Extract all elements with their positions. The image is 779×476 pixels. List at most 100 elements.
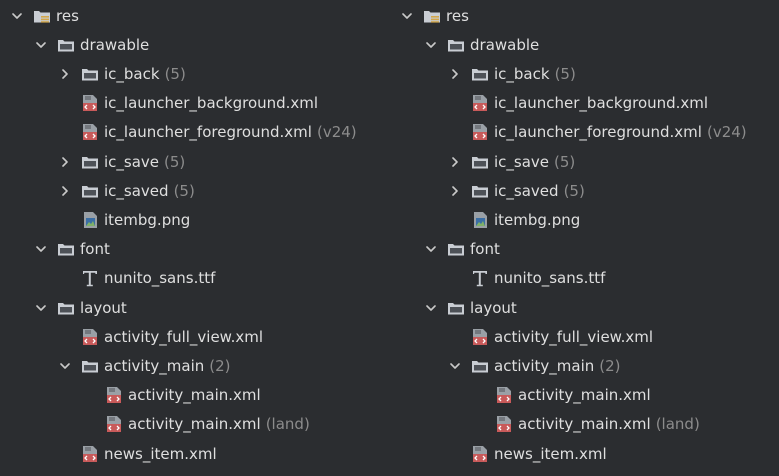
tree-row[interactable]: ic_launcher_background.xml (390, 89, 779, 118)
tree-row[interactable]: news_item.xml (0, 439, 390, 468)
tree-row[interactable]: font (0, 235, 390, 264)
tree-row[interactable]: layout (0, 293, 390, 322)
tree-row[interactable]: ic_saved (5) (0, 176, 390, 205)
chevron-right-icon[interactable] (60, 67, 70, 81)
xml-file-icon (495, 415, 513, 433)
chevron-right-icon[interactable] (60, 155, 70, 169)
tree-item-qualifier: (2) (599, 356, 621, 375)
folder-icon (81, 65, 99, 83)
folder-icon (81, 153, 99, 171)
chevron-down-icon[interactable] (426, 242, 436, 256)
chevron-down-icon[interactable] (36, 242, 46, 256)
chevron-right-icon[interactable] (450, 67, 460, 81)
tree-row[interactable]: font (390, 235, 779, 264)
chevron-down-icon[interactable] (12, 9, 22, 23)
tree-row[interactable]: activity_main (2) (0, 351, 390, 380)
folder-icon (471, 65, 489, 83)
xml-file-icon (471, 328, 489, 346)
tree-item-label: ic_save (494, 152, 550, 171)
xml-file-icon (471, 94, 489, 112)
tree-row[interactable]: activity_main.xml (land) (0, 410, 390, 439)
tree-row[interactable]: activity_full_view.xml (0, 322, 390, 351)
tree-row[interactable]: ic_launcher_background.xml (0, 89, 390, 118)
tree-item-label: activity_main.xml (518, 415, 651, 434)
tree-item-qualifier: (5) (563, 181, 585, 200)
chevron-down-icon[interactable] (36, 301, 46, 315)
tree-item-label: itembg.png (494, 210, 581, 229)
tree-row[interactable]: layout (390, 293, 779, 322)
tree-item-qualifier: (2) (209, 356, 231, 375)
tree-item-qualifier: (5) (173, 181, 195, 200)
tree-item-label: layout (80, 298, 127, 317)
tree-row[interactable]: activity_main.xml (390, 381, 779, 410)
xml-file-icon (81, 328, 99, 346)
tree-row[interactable]: ic_saved (5) (390, 176, 779, 205)
tree-item-label: ic_saved (104, 181, 169, 200)
tree-item-label: nunito_sans.ttf (494, 269, 606, 288)
tree-row[interactable]: drawable (390, 30, 779, 59)
chevron-down-icon[interactable] (450, 359, 460, 373)
tree-row[interactable]: nunito_sans.ttf (0, 264, 390, 293)
chevron-right-icon[interactable] (60, 184, 70, 198)
tree-row[interactable]: ic_save (5) (0, 147, 390, 176)
font-file-icon (81, 269, 99, 287)
tree-row[interactable]: ic_back (5) (0, 59, 390, 88)
tree-item-label: drawable (470, 35, 540, 54)
folder-icon (447, 299, 465, 317)
tree-row[interactable]: nunito_sans.ttf (390, 264, 779, 293)
tree-row[interactable]: news_item.xml (390, 439, 779, 468)
tree-row[interactable]: activity_main.xml (land) (390, 410, 779, 439)
chevron-down-icon[interactable] (36, 38, 46, 52)
tree-item-label: ic_launcher_background.xml (494, 94, 709, 113)
tree-row[interactable]: ic_back (5) (390, 59, 779, 88)
folder-icon (57, 240, 75, 258)
tree-row[interactable]: itembg.png (0, 205, 390, 234)
xml-file-icon (105, 386, 123, 404)
folder-icon (447, 36, 465, 54)
tree-row[interactable]: res (390, 1, 779, 30)
folder-icon (447, 240, 465, 258)
tree-row[interactable]: res (0, 1, 390, 30)
tree-item-qualifier: (5) (554, 152, 576, 171)
chevron-right-icon[interactable] (450, 155, 460, 169)
font-file-icon (471, 269, 489, 287)
resource-folder-icon (33, 7, 51, 25)
tree-row[interactable]: ic_save (5) (390, 147, 779, 176)
tree-row[interactable]: activity_main (2) (390, 351, 779, 380)
tree-row[interactable]: drawable (0, 30, 390, 59)
chevron-down-icon[interactable] (402, 9, 412, 23)
tree-item-qualifier: (5) (554, 64, 576, 83)
tree-row[interactable]: activity_main.xml (0, 381, 390, 410)
chevron-down-icon[interactable] (60, 359, 70, 373)
tree-item-label: news_item.xml (494, 444, 607, 463)
tree-row[interactable]: ic_launcher_foreground.xml (v24) (0, 118, 390, 147)
tree-item-qualifier: (v24) (706, 123, 747, 142)
tree-row[interactable]: itembg.png (390, 205, 779, 234)
tree-item-label: font (80, 240, 110, 259)
tree-item-label: activity_main.xml (518, 386, 651, 405)
folder-icon (57, 299, 75, 317)
chevron-right-icon[interactable] (450, 184, 460, 198)
tree-item-label: itembg.png (104, 210, 191, 229)
chevron-down-icon[interactable] (426, 38, 436, 52)
tree-item-label: ic_launcher_background.xml (104, 94, 319, 113)
tree-item-label: ic_saved (494, 181, 559, 200)
xml-file-icon (471, 123, 489, 141)
xml-file-icon (81, 94, 99, 112)
folder-icon (57, 36, 75, 54)
tree-item-label: ic_launcher_foreground.xml (494, 123, 702, 142)
tree-row[interactable]: ic_launcher_foreground.xml (v24) (390, 118, 779, 147)
tree-row[interactable]: activity_full_view.xml (390, 322, 779, 351)
chevron-down-icon[interactable] (426, 301, 436, 315)
